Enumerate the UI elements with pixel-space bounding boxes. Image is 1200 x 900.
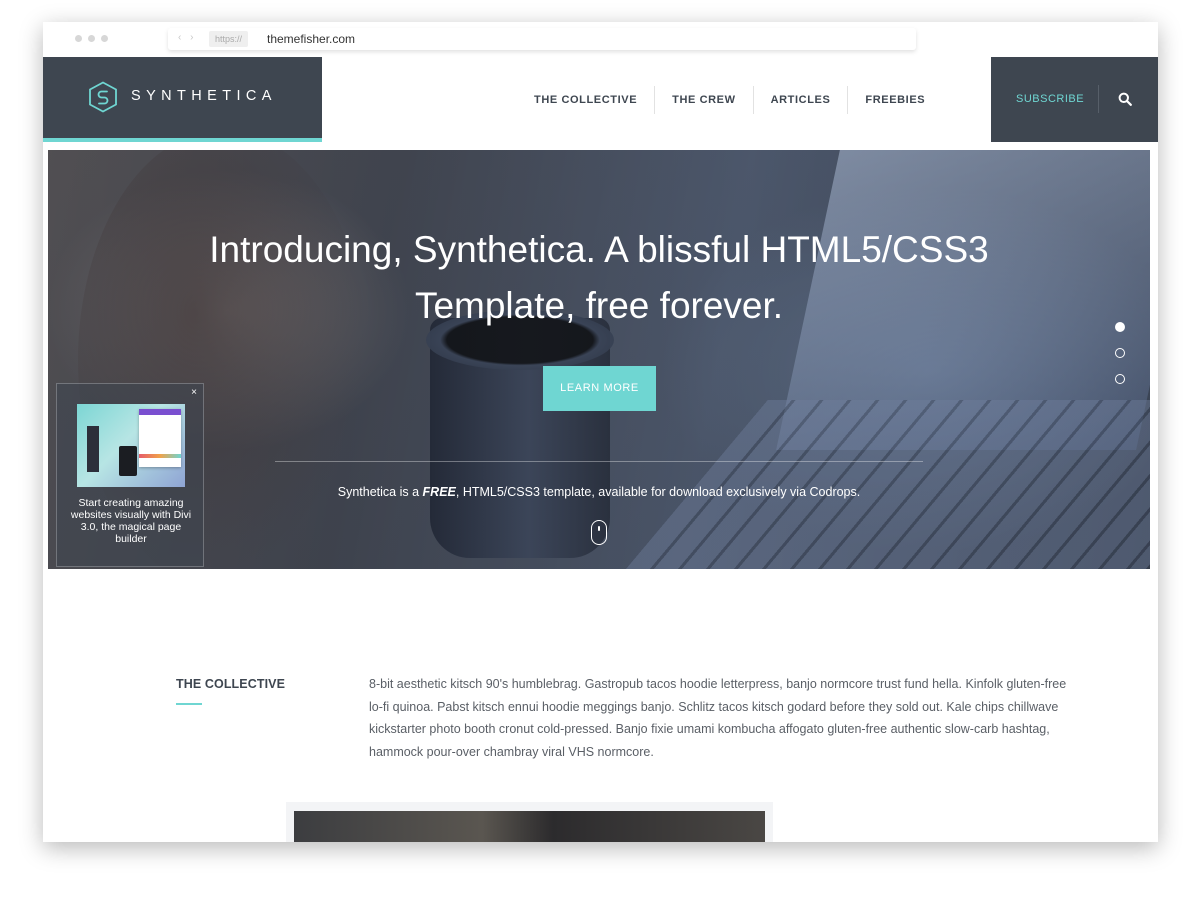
section-title: THE COLLECTIVE: [176, 677, 286, 691]
section-body: 8-bit aesthetic kitsch 90's humblebrag. …: [369, 677, 1067, 759]
nav-item-the-collective[interactable]: THE COLLECTIVE: [517, 86, 654, 114]
hero-banner: Introducing, Synthetica. A blissful HTML…: [48, 150, 1150, 569]
browser-window: ‹ › https:// themefisher.com SYNTHETICA …: [43, 22, 1158, 842]
hero-note-prefix: Synthetica is a: [337, 485, 423, 499]
header-divider: [1098, 85, 1099, 113]
content-image: [294, 811, 765, 842]
hero-note-emphasis: FREE: [422, 485, 456, 499]
promo-thumbnail[interactable]: [77, 404, 185, 487]
hero-divider: [275, 461, 923, 462]
hexagon-s-icon: [89, 81, 117, 113]
main-nav: THE COLLECTIVE THE CREW ARTICLES FREEBIE…: [517, 86, 942, 114]
nav-item-articles[interactable]: ARTICLES: [752, 86, 848, 114]
promo-thumb-sidebar: [87, 426, 99, 472]
url-protocol: https://: [209, 31, 249, 47]
header-actions: SUBSCRIBE: [991, 57, 1158, 142]
nav-arrows-icon[interactable]: ‹ ›: [178, 32, 196, 43]
learn-more-button[interactable]: LEARN MORE: [543, 366, 656, 411]
slide-dot-2[interactable]: [1115, 348, 1125, 358]
nav-item-freebies[interactable]: FREEBIES: [847, 86, 942, 114]
close-icon[interactable]: ×: [191, 387, 197, 398]
subscribe-link[interactable]: SUBSCRIBE: [1016, 93, 1084, 105]
browser-chrome: ‹ › https:// themefisher.com: [43, 22, 1158, 57]
window-maximize-dot[interactable]: [101, 35, 108, 42]
window-minimize-dot[interactable]: [88, 35, 95, 42]
nav-item-the-crew[interactable]: THE CREW: [654, 86, 752, 114]
promo-text[interactable]: Start creating amazing websites visually…: [67, 497, 195, 545]
promo-popup[interactable]: × Start creating amazing websites visual…: [56, 383, 204, 567]
slide-pager: [1115, 322, 1125, 400]
search-icon[interactable]: [1118, 92, 1132, 106]
window-close-dot[interactable]: [75, 35, 82, 42]
promo-thumb-colorbar: [139, 454, 181, 458]
hero-note-suffix: , HTML5/CSS3 template, available for dow…: [455, 485, 861, 499]
url-host[interactable]: themefisher.com: [267, 31, 355, 47]
promo-thumb-panel: [139, 409, 181, 467]
hero-note: Synthetica is a FREE, HTML5/CSS3 templat…: [198, 485, 1000, 499]
slide-dot-1[interactable]: [1115, 322, 1125, 332]
brand-name: SYNTHETICA: [131, 88, 277, 104]
promo-thumb-phone: [119, 446, 137, 476]
slide-dot-3[interactable]: [1115, 374, 1125, 384]
site-logo[interactable]: SYNTHETICA: [43, 57, 322, 142]
scroll-mouse-icon[interactable]: [591, 520, 607, 545]
hero-title: Introducing, Synthetica. A blissful HTML…: [209, 229, 989, 326]
address-bar[interactable]: ‹ › https:// themefisher.com: [168, 28, 916, 50]
section-title-underline: [176, 703, 202, 705]
window-controls: [75, 35, 108, 42]
